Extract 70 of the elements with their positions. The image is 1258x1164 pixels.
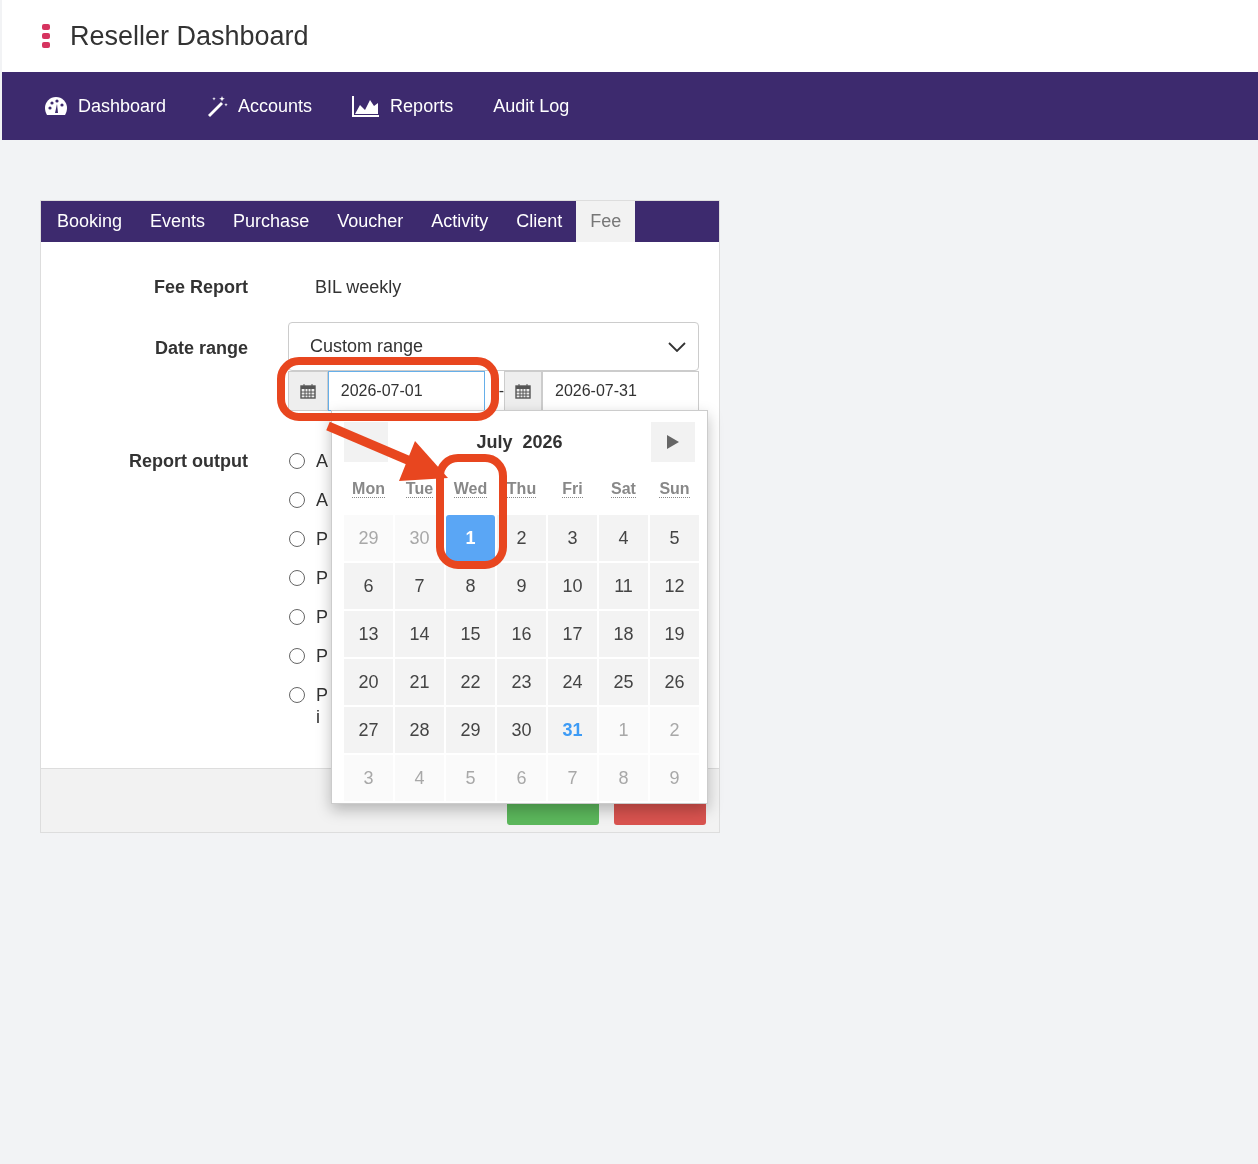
day-cell[interactable]: 6 (344, 563, 393, 609)
day-cell[interactable]: 5 (650, 515, 699, 561)
day-cell[interactable]: 24 (548, 659, 597, 705)
calendar-icon (515, 383, 532, 399)
nav-link[interactable]: Reports (352, 92, 454, 120)
select-field[interactable]: Custom range (288, 322, 699, 371)
day-cell[interactable]: 22 (446, 659, 495, 705)
radio-label: A (316, 450, 329, 472)
tab[interactable]: Activity (417, 201, 503, 242)
day-cell[interactable]: 18 (599, 611, 648, 657)
field-label: Report output (128, 450, 248, 473)
tab[interactable]: Voucher (323, 201, 418, 242)
menu-icon (42, 24, 50, 48)
day-cell[interactable]: 4 (599, 515, 648, 561)
day-cell[interactable]: 20 (344, 659, 393, 705)
radio-label: P (316, 528, 329, 550)
day-cell[interactable]: 21 (395, 659, 444, 705)
chevron-down-icon (668, 341, 686, 352)
magic-wand-icon (206, 95, 229, 117)
radio-label: P i (316, 684, 329, 728)
date-input[interactable]: 2026-07-01 (327, 371, 485, 411)
app-title: Reseller Dashboard (70, 19, 309, 53)
day-cell[interactable]: 11 (599, 563, 648, 609)
day-cell[interactable]: 7 (395, 563, 444, 609)
day-cell[interactable]: 25 (599, 659, 648, 705)
date-input[interactable]: 2026-07-31 (542, 371, 699, 411)
area-chart-icon (352, 95, 381, 117)
weekday-label: Sat (611, 480, 636, 498)
range-separator: - (497, 381, 505, 401)
day-cell[interactable]: 27 (344, 707, 393, 753)
radio-label: P (316, 567, 329, 589)
tab[interactable]: Client (502, 201, 577, 242)
tab[interactable]: Fee (576, 201, 636, 242)
weekday-label: Thu (506, 480, 537, 498)
day-cell[interactable]: 15 (446, 611, 495, 657)
nav-link[interactable]: Accounts (206, 92, 313, 120)
calendar-icon (299, 383, 316, 399)
day-cell[interactable]: 29 (446, 707, 495, 753)
day-cell[interactable]: 10 (548, 563, 597, 609)
field-label: Fee Report (152, 275, 248, 299)
triangle-right-icon (667, 435, 679, 449)
day-cell[interactable]: 17 (548, 611, 597, 657)
tab[interactable]: Purchase (219, 201, 324, 242)
day-cell[interactable]: 3 (548, 515, 597, 561)
day-cell[interactable]: 23 (497, 659, 546, 705)
weekday-label: Sun (659, 480, 690, 498)
tab[interactable]: Booking (43, 201, 137, 242)
day-cell[interactable]: 28 (395, 707, 444, 753)
day-cell[interactable]: 14 (395, 611, 444, 657)
weekday-label: Fri (562, 480, 583, 498)
day-cell[interactable]: 9 (497, 563, 546, 609)
next-month-button[interactable] (651, 422, 695, 462)
radio-label: P (316, 606, 329, 628)
weekday-label: Wed (453, 480, 488, 498)
field-value: BIL weekly (315, 275, 403, 299)
day-cell[interactable]: 12 (650, 563, 699, 609)
field-label: Date range (153, 337, 248, 360)
nav-link[interactable]: Audit Log (493, 92, 570, 120)
day-cell[interactable]: 19 (650, 611, 699, 657)
day-cell[interactable]: 26 (650, 659, 699, 705)
day-cell[interactable]: 16 (497, 611, 546, 657)
tab[interactable]: Events (136, 201, 220, 242)
radio-label: A (316, 489, 329, 511)
radio-label: P (316, 645, 329, 667)
nav-link[interactable]: Dashboard (44, 92, 167, 120)
month-title: July 2026 (476, 430, 563, 454)
day-cell[interactable]: 30 (497, 707, 546, 753)
weekday-label: Mon (352, 480, 385, 498)
day-cell[interactable]: 13 (344, 611, 393, 657)
gauge-icon (44, 96, 68, 116)
